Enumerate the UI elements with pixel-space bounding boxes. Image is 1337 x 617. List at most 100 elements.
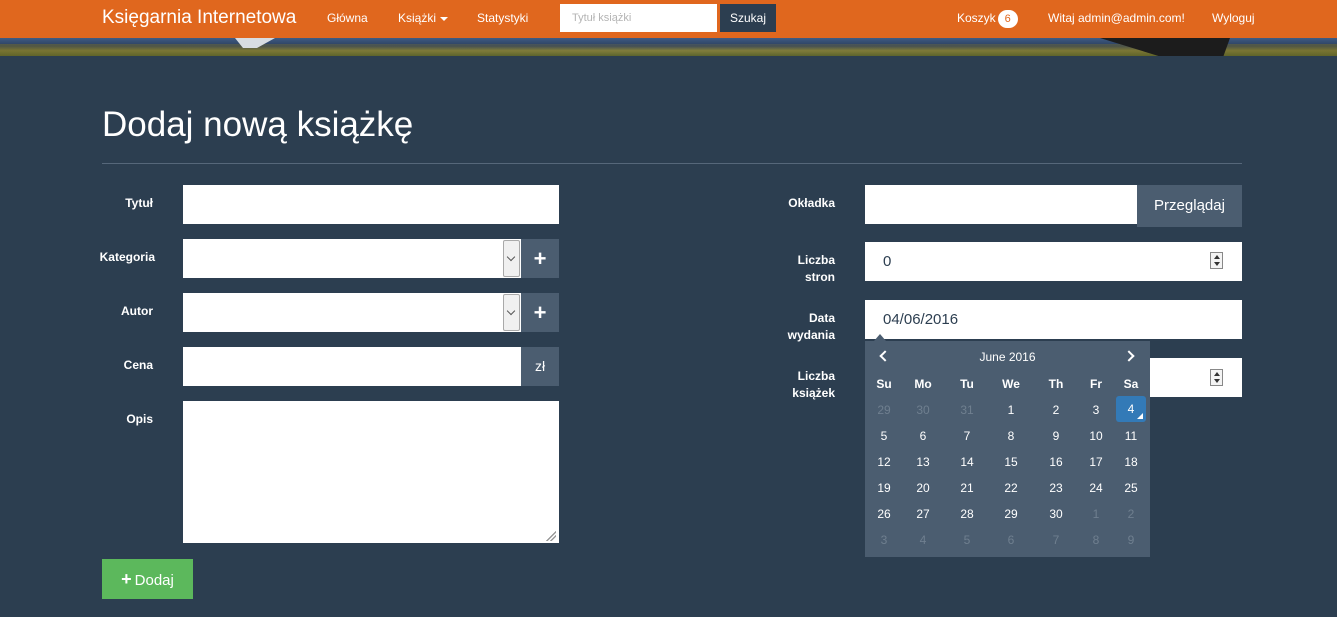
calendar-day[interactable]: 27 (908, 503, 938, 525)
calendar-day[interactable]: 5 (869, 425, 899, 447)
date-label-line2: wydania (787, 328, 835, 342)
calendar-day[interactable]: 6 (908, 425, 938, 447)
category-chevron-down-icon[interactable] (503, 240, 520, 277)
logout-link[interactable]: Wyloguj (1212, 11, 1255, 25)
nav-link-stats[interactable]: Statystyki (477, 11, 528, 25)
release-date-label: Data wydania (770, 310, 835, 344)
title-divider (102, 163, 1242, 164)
submit-add-button[interactable]: + Dodaj (102, 559, 193, 599)
calendar-day[interactable]: 14 (952, 451, 982, 473)
calendar-day[interactable]: 11 (1116, 425, 1146, 447)
title-label: Tytuł (125, 196, 153, 210)
date-label-line1: Data (808, 311, 835, 325)
category-label: Kategoria (99, 250, 155, 264)
calendar-day[interactable]: 25 (1116, 477, 1146, 499)
cart-count-badge: 6 (997, 10, 1018, 28)
book-count-spinner-icon[interactable] (1210, 369, 1223, 386)
pages-spinner-icon[interactable] (1210, 252, 1223, 269)
calendar-day[interactable]: 4 (908, 529, 938, 551)
book-count-input[interactable] (1150, 358, 1242, 397)
search-input[interactable] (560, 4, 717, 32)
header-banner-image (0, 38, 1337, 56)
calendar-day[interactable]: 30 (1041, 503, 1071, 525)
calendar-day[interactable]: 7 (952, 425, 982, 447)
pages-value: 0 (883, 253, 892, 270)
calendar-day[interactable]: 16 (1041, 451, 1071, 473)
calendar-day[interactable]: 8 (1081, 529, 1111, 551)
calendar-day[interactable]: 21 (952, 477, 982, 499)
calendar-day[interactable]: 30 (908, 399, 938, 421)
search-button[interactable]: Szukaj (720, 4, 776, 32)
nav-link-home[interactable]: Główna (327, 11, 368, 25)
calendar-day[interactable]: 7 (1041, 529, 1071, 551)
calendar-day[interactable]: 20 (908, 477, 938, 499)
calendar-day[interactable]: 3 (869, 529, 899, 551)
title-input[interactable] (183, 185, 559, 224)
description-textarea[interactable] (183, 401, 559, 543)
calendar-day[interactable]: 2 (1041, 399, 1071, 421)
calendar-day[interactable]: 15 (996, 451, 1026, 473)
add-author-button[interactable]: + (521, 293, 559, 332)
calendar-day[interactable]: 9 (1041, 425, 1071, 447)
brand-link[interactable]: Księgarnia Internetowa (102, 7, 296, 29)
author-select[interactable] (183, 293, 521, 332)
weekday-header: Su (876, 377, 892, 391)
calendar-day[interactable]: 9 (1116, 529, 1146, 551)
calendar-day[interactable]: 6 (996, 529, 1026, 551)
description-label: Opis (126, 412, 153, 426)
calendar-day[interactable]: 18 (1116, 451, 1146, 473)
calendar-day[interactable]: 1 (1081, 503, 1111, 525)
weekday-header: We (1002, 377, 1020, 391)
count-label-line1: Liczba (797, 369, 835, 383)
calendar-day[interactable]: 12 (869, 451, 899, 473)
cart-label: Koszyk (957, 11, 996, 25)
pages-label: Liczba stron (770, 252, 835, 286)
weekday-header: Mo (914, 377, 932, 391)
calendar-day[interactable]: 31 (952, 399, 982, 421)
calendar-day[interactable]: 19 (869, 477, 899, 499)
weekday-header: Tu (960, 377, 974, 391)
browse-button[interactable]: Przeglądaj (1137, 185, 1242, 227)
calendar-day[interactable]: 22 (996, 477, 1026, 499)
page-title: Dodaj nową książkę (102, 105, 414, 144)
count-label-line2: książek (792, 386, 835, 400)
weekday-header: Th (1048, 377, 1064, 391)
resize-grip-icon[interactable] (546, 531, 556, 541)
add-category-button[interactable]: + (521, 239, 559, 278)
pages-label-line2: stron (805, 270, 835, 284)
calendar-day[interactable]: 8 (996, 425, 1026, 447)
datepicker-month-label[interactable]: June 2016 (865, 350, 1150, 364)
author-chevron-down-icon[interactable] (503, 294, 520, 331)
calendar-day[interactable]: 28 (952, 503, 982, 525)
cover-file-input[interactable] (865, 185, 1137, 224)
calendar-day[interactable]: 3 (1081, 399, 1111, 421)
nav-books-label: Książki (398, 11, 437, 25)
welcome-user-link[interactable]: Witaj admin@admin.com! (1048, 11, 1185, 25)
calendar-day[interactable]: 10 (1081, 425, 1111, 447)
calendar-day[interactable]: 5 (952, 529, 982, 551)
submit-label: Dodaj (134, 572, 174, 589)
datepicker-popup: June 2016 Su Mo Tu We Th Fr Sa 29 30 31 1 2 3 4 5 6 7 8 9 1… (865, 341, 1150, 557)
plus-icon: + (121, 569, 132, 589)
weekday-header: Sa (1123, 377, 1139, 391)
calendar-day[interactable]: 24 (1081, 477, 1111, 499)
calendar-day[interactable]: 26 (869, 503, 899, 525)
cover-label: Okładka (788, 196, 835, 210)
calendar-day[interactable]: 4 (1116, 396, 1146, 422)
calendar-day[interactable]: 29 (996, 503, 1026, 525)
nav-dropdown-books[interactable]: Książki (398, 11, 449, 25)
weekday-header: Fr (1090, 377, 1102, 391)
calendar-day[interactable]: 1 (996, 399, 1026, 421)
category-select[interactable] (183, 239, 521, 278)
calendar-day[interactable]: 23 (1041, 477, 1071, 499)
pages-label-line1: Liczba (797, 253, 835, 267)
calendar-day[interactable]: 2 (1116, 503, 1146, 525)
calendar-day[interactable]: 13 (908, 451, 938, 473)
pages-number-input[interactable] (865, 242, 1242, 281)
calendar-day[interactable]: 17 (1081, 451, 1111, 473)
price-input[interactable] (183, 347, 521, 386)
calendar-day[interactable]: 29 (869, 399, 899, 421)
navbar: Księgarnia Internetowa Główna Książki St… (0, 0, 1337, 38)
cart-link[interactable]: Koszyk 6 (957, 10, 1018, 28)
price-label: Cena (123, 358, 153, 372)
